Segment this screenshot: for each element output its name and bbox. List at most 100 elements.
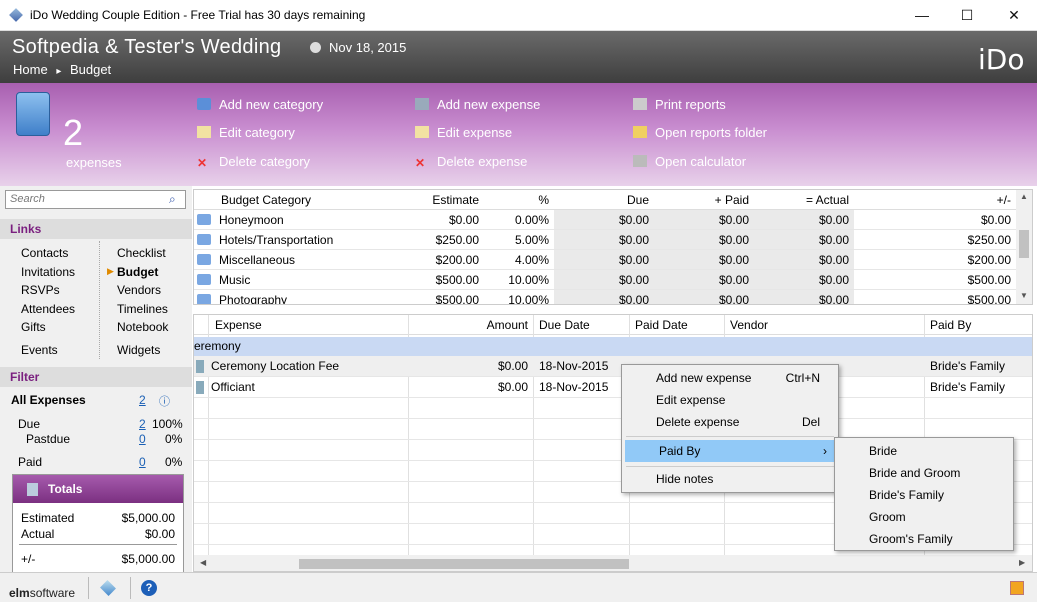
filter-pastdue[interactable]: Pastdue [26, 432, 70, 446]
diamond-icon[interactable] [100, 580, 116, 596]
print-reports-button[interactable]: Print reports [633, 95, 726, 115]
totals-divider [19, 544, 177, 545]
link-widgets[interactable]: Widgets [117, 341, 168, 360]
close-button[interactable]: ✕ [991, 0, 1037, 31]
link-contacts[interactable]: Contacts [21, 244, 75, 263]
category-value: $0.00 [980, 213, 1011, 227]
filter-due[interactable]: Due [18, 417, 40, 431]
col-vendor[interactable]: Vendor [730, 315, 920, 335]
actual-label: Actual [21, 527, 55, 541]
col-paid-date[interactable]: Paid Date [635, 315, 725, 335]
link-attendees[interactable]: Attendees [21, 300, 75, 319]
expense-row[interactable]: Officiant $0.00 18-Nov-2015 Bride's Family [194, 377, 1032, 398]
col-paid-by[interactable]: Paid By [930, 315, 1030, 335]
link-rsvps[interactable]: RSVPs [21, 281, 75, 300]
link-vendors[interactable]: Vendors [117, 281, 168, 300]
col-diff[interactable]: +/- [854, 190, 1016, 210]
col-due[interactable]: Due [554, 190, 654, 210]
filter-paid[interactable]: Paid [18, 455, 42, 469]
group-row[interactable]: eremony [194, 337, 1032, 356]
category-value: $500.00 [435, 293, 479, 305]
col-estimate[interactable]: Estimate [384, 190, 484, 210]
diff-label: +/- [21, 552, 36, 566]
link-timelines[interactable]: Timelines [117, 300, 168, 319]
col-expense[interactable]: Expense [215, 315, 405, 335]
scroll-thumb[interactable] [1019, 230, 1029, 258]
category-row[interactable]: Music $500.00 10.00% $0.00 $0.00 $0.00 $500.00 [194, 270, 1016, 290]
menu-add-new-expense[interactable]: Add new expense Ctrl+N [622, 367, 838, 389]
hscroll-thumb[interactable] [299, 559, 629, 569]
breadcrumb-home[interactable]: Home [13, 62, 48, 77]
submenu-bride[interactable]: Bride [835, 440, 1013, 462]
menu-separator [626, 436, 834, 437]
col-paid[interactable]: + Paid [654, 190, 754, 210]
menu-delete-expense[interactable]: Delete expense Del [622, 411, 838, 433]
filter-paid-count[interactable]: 0 [139, 455, 146, 469]
open-calculator-button[interactable]: Open calculator [633, 152, 746, 172]
edit-expense-button[interactable]: Edit expense [415, 123, 512, 143]
media-play-icon[interactable] [1010, 581, 1024, 595]
status-bar: elmsoftware ? [0, 572, 1037, 602]
delete-expense-button[interactable]: ✕ Delete expense [415, 152, 527, 172]
scroll-down-icon[interactable]: ▼ [1016, 291, 1032, 300]
menu-edit-expense[interactable]: Edit expense [622, 389, 838, 411]
category-value: $0.00 [718, 233, 749, 247]
expense-row[interactable]: Ceremony Location Fee $0.00 18-Nov-2015 Bri… [194, 356, 1032, 377]
link-invitations[interactable]: Invitations [21, 263, 75, 282]
filter-pastdue-count[interactable]: 0 [139, 432, 146, 446]
category-value: $0.00 [818, 293, 849, 305]
search-icon[interactable]: ⌕ [169, 192, 176, 207]
scroll-left-icon[interactable]: ◀ [200, 558, 206, 567]
category-row[interactable]: Miscellaneous $200.00 4.00% $0.00 $0.00 $0.00… [194, 250, 1016, 270]
folder-icon [633, 126, 647, 138]
category-row[interactable]: Photography $500.00 10.00% $0.00 $0.00 $0.00 $… [194, 290, 1016, 305]
add-expense-button[interactable]: Add new expense [415, 95, 540, 115]
empty-row[interactable] [194, 398, 1032, 419]
submenu-bride-and-groom[interactable]: Bride and Groom [835, 462, 1013, 484]
category-name-cell: Music [194, 270, 384, 290]
category-value: 10.00% [508, 273, 549, 287]
info-icon[interactable]: ⓘ [159, 393, 170, 409]
menu-label: Paid By [659, 444, 701, 458]
minimize-button[interactable]: — [899, 0, 945, 31]
edit-category-button[interactable]: Edit category [197, 123, 295, 143]
add-category-button[interactable]: Add new category [197, 95, 323, 115]
submenu-groom[interactable]: Groom [835, 506, 1013, 528]
category-row[interactable]: Honeymoon $0.00 0.00% $0.00 $0.00 $0.00 $0.00 [194, 210, 1016, 230]
help-icon[interactable]: ? [141, 580, 157, 596]
menu-label: Delete expense [656, 415, 740, 429]
category-row[interactable]: Hotels/Transportation $250.00 5.00% $0.00 $0… [194, 230, 1016, 250]
menu-hide-notes[interactable]: Hide notes [622, 468, 838, 490]
link-checklist[interactable]: Checklist [117, 244, 168, 263]
category-value: $0.00 [818, 273, 849, 287]
col-due-date[interactable]: Due Date [539, 315, 629, 335]
clock-icon [310, 42, 321, 53]
submenu-grooms-family[interactable]: Groom's Family [835, 528, 1013, 550]
open-reports-folder-button[interactable]: Open reports folder [633, 123, 767, 143]
menu-paid-by[interactable]: Paid By › [625, 440, 835, 462]
filter-all-expenses[interactable]: All Expenses [11, 393, 86, 407]
link-events[interactable]: Events [21, 341, 75, 360]
link-gifts[interactable]: Gifts [21, 318, 75, 337]
maximize-button[interactable]: ☐ [944, 0, 990, 31]
search-input[interactable]: Search [5, 190, 186, 209]
col-budget-category[interactable]: Budget Category [221, 190, 381, 210]
col-amount[interactable]: Amount [408, 315, 533, 335]
categories-scrollbar[interactable]: ▲ ▼ [1016, 190, 1032, 304]
submenu-brides-family[interactable]: Bride's Family [835, 484, 1013, 506]
filter-all-count[interactable]: 2 [139, 393, 146, 407]
scroll-right-icon[interactable]: ▶ [1019, 558, 1025, 567]
col-actual[interactable]: = Actual [754, 190, 854, 210]
horizontal-scrollbar[interactable]: ◀ ▶ [194, 555, 1032, 571]
link-notebook[interactable]: Notebook [117, 318, 168, 337]
scroll-up-icon[interactable]: ▲ [1016, 192, 1032, 201]
category-value: $500.00 [967, 273, 1011, 287]
link-budget[interactable]: Budget [117, 263, 168, 282]
context-menu: Add new expense Ctrl+N Edit expense Delet… [621, 364, 839, 493]
filter-due-count[interactable]: 2 [139, 417, 146, 431]
category-name: Music [219, 273, 251, 287]
col-percent[interactable]: % [484, 190, 554, 210]
add-expense-label: Add new expense [437, 97, 541, 112]
delete-category-button[interactable]: ✕ Delete category [197, 152, 310, 172]
expenses-header: Expense Amount Due Date Paid Date Vendor… [194, 315, 1032, 335]
